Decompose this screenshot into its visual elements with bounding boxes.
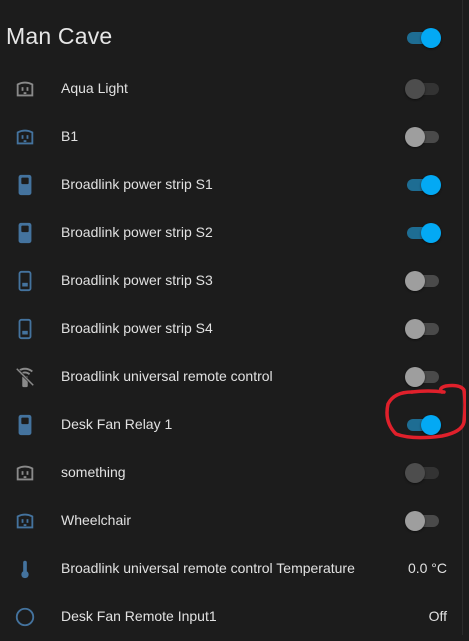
entity-toggle[interactable] (405, 414, 441, 436)
power-socket-icon (13, 413, 37, 437)
entity-row-desk-fan-relay-1[interactable]: Desk Fan Relay 1 (0, 401, 462, 449)
toggle-thumb (421, 28, 441, 48)
toggle-thumb (405, 79, 425, 99)
power-socket-icon (13, 173, 37, 197)
entity-toggle[interactable] (405, 318, 441, 340)
toggle-thumb (421, 415, 441, 435)
circle-outline-icon (13, 605, 37, 629)
entity-toggle[interactable] (405, 222, 441, 244)
master-toggle[interactable] (405, 27, 441, 49)
entity-label: Aqua Light (61, 80, 128, 96)
entity-row-wheelchair[interactable]: Wheelchair (0, 497, 462, 545)
toggle-thumb (405, 463, 425, 483)
toggle-thumb (405, 511, 425, 531)
entity-label: Broadlink universal remote control (61, 368, 273, 384)
power-socket-outline-icon (13, 269, 37, 293)
entity-label: Broadlink power strip S2 (61, 224, 213, 240)
entities-card: Man Cave Aqua Light B1 Broadlink power s… (0, 0, 463, 635)
entity-row-universal-remote[interactable]: Broadlink universal remote control (0, 353, 462, 401)
entity-label: Broadlink power strip S4 (61, 320, 213, 336)
toggle-thumb (405, 367, 425, 387)
entity-row-desk-fan-remote-input1[interactable]: Desk Fan Remote Input1 Off (0, 593, 462, 641)
entity-label: Desk Fan Relay 1 (61, 416, 173, 432)
entity-toggle[interactable] (405, 366, 441, 388)
entity-row-power-strip-s3[interactable]: Broadlink power strip S3 (0, 257, 462, 305)
outlet-icon (13, 509, 37, 533)
entity-toggle[interactable] (405, 462, 441, 484)
toggle-thumb (421, 223, 441, 243)
entity-row-power-strip-s4[interactable]: Broadlink power strip S4 (0, 305, 462, 353)
toggle-thumb (405, 127, 425, 147)
entity-toggle[interactable] (405, 174, 441, 196)
entity-label: Broadlink universal remote control Tempe… (61, 560, 355, 576)
toggle-thumb (405, 271, 425, 291)
entity-row-power-strip-s2[interactable]: Broadlink power strip S2 (0, 209, 462, 257)
entity-row-power-strip-s1[interactable]: Broadlink power strip S1 (0, 161, 462, 209)
entity-toggle[interactable] (405, 78, 441, 100)
entity-toggle[interactable] (405, 510, 441, 532)
card-header: Man Cave (0, 14, 462, 62)
entity-state-value: 0.0 °C (407, 560, 447, 576)
card-title: Man Cave (6, 23, 113, 49)
entity-label: B1 (61, 128, 79, 144)
outlet-icon (13, 461, 37, 485)
power-socket-outline-icon (13, 317, 37, 341)
entity-row-b1[interactable]: B1 (0, 113, 462, 161)
outlet-icon (13, 77, 37, 101)
remote-off-icon (13, 365, 37, 389)
toggle-thumb (405, 319, 425, 339)
entity-row-remote-temperature[interactable]: Broadlink universal remote control Tempe… (0, 545, 462, 593)
toggle-thumb (421, 175, 441, 195)
entity-row-aqua-light[interactable]: Aqua Light (0, 65, 462, 113)
entity-row-something[interactable]: something (0, 449, 462, 497)
entity-label: Broadlink power strip S1 (61, 176, 213, 192)
entity-label: Wheelchair (61, 512, 132, 528)
power-socket-icon (13, 221, 37, 245)
entity-label: Broadlink power strip S3 (61, 272, 213, 288)
entity-label: Desk Fan Remote Input1 (61, 608, 217, 624)
entity-label: something (61, 464, 126, 480)
entity-toggle[interactable] (405, 126, 441, 148)
outlet-icon (13, 125, 37, 149)
entity-state-value: Off (428, 608, 447, 624)
thermometer-icon (13, 557, 37, 581)
entity-toggle[interactable] (405, 270, 441, 292)
